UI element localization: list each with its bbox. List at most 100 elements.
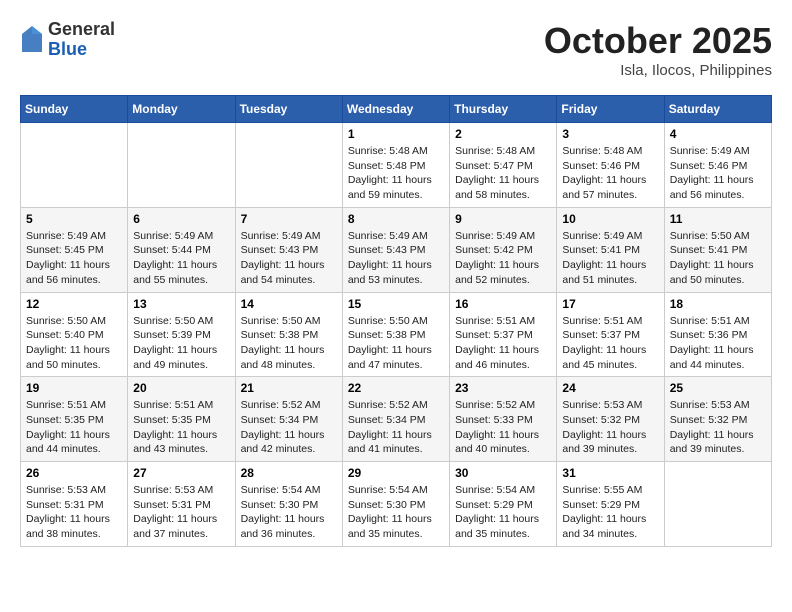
- calendar-week-row: 26 Sunrise: 5:53 AMSunset: 5:31 PMDayligh…: [21, 462, 772, 547]
- page-header: General Blue October 2025 Isla, Ilocos, …: [20, 20, 772, 79]
- calendar-week-row: 5Sunrise: 5:49 AMSunset: 5:45 PMDaylight…: [21, 207, 772, 292]
- calendar-day-cell: 14 Sunrise: 5:50 AMSunset: 5:38 PMDayligh…: [235, 292, 342, 377]
- calendar-day-cell: 11 Sunrise: 5:50 AMSunset: 5:41 PMDayligh…: [664, 207, 771, 292]
- day-number: 3: [562, 127, 658, 141]
- logo-blue: Blue: [48, 40, 115, 60]
- calendar-day-cell: 18 Sunrise: 5:51 AMSunset: 5:36 PMDayligh…: [664, 292, 771, 377]
- calendar-day-cell: 4 Sunrise: 5:49 AMSunset: 5:46 PMDaylight…: [664, 123, 771, 208]
- logo: General Blue: [20, 20, 115, 60]
- calendar-day-cell: 9 Sunrise: 5:49 AMSunset: 5:42 PMDaylight…: [450, 207, 557, 292]
- calendar-day-cell: 28 Sunrise: 5:54 AMSunset: 5:30 PMDayligh…: [235, 462, 342, 547]
- calendar-day-cell: 12 Sunrise: 5:50 AMSunset: 5:40 PMDayligh…: [21, 292, 128, 377]
- calendar-body: 1 Sunrise: 5:48 AMSunset: 5:48 PMDaylight…: [21, 123, 772, 547]
- day-number: 11: [670, 212, 766, 226]
- day-info: Sunrise: 5:54 AMSunset: 5:29 PMDaylight:…: [455, 483, 551, 542]
- calendar-day-cell: [21, 123, 128, 208]
- day-number: 16: [455, 297, 551, 311]
- day-number: 9: [455, 212, 551, 226]
- calendar-day-cell: 23Sunrise: 5:52 AMSunset: 5:33 PMDayligh…: [450, 377, 557, 462]
- location: Isla, Ilocos, Philippines: [544, 62, 772, 79]
- day-number: 7: [241, 212, 337, 226]
- day-number: 24: [562, 381, 658, 395]
- day-info: Sunrise: 5:54 AMSunset: 5:30 PMDaylight:…: [241, 483, 337, 542]
- day-of-week-header: Saturday: [664, 96, 771, 123]
- day-info: Sunrise: 5:48 AMSunset: 5:48 PMDaylight:…: [348, 144, 444, 203]
- calendar-day-cell: 13 Sunrise: 5:50 AMSunset: 5:39 PMDayligh…: [128, 292, 235, 377]
- calendar-day-cell: 19Sunrise: 5:51 AMSunset: 5:35 PMDayligh…: [21, 377, 128, 462]
- title-block: October 2025 Isla, Ilocos, Philippines: [544, 20, 772, 79]
- logo-icon: [20, 24, 44, 56]
- calendar-day-cell: 8Sunrise: 5:49 AMSunset: 5:43 PMDaylight…: [342, 207, 449, 292]
- day-number: 31: [562, 466, 658, 480]
- calendar-day-cell: 16 Sunrise: 5:51 AMSunset: 5:37 PMDayligh…: [450, 292, 557, 377]
- logo-general: General: [48, 20, 115, 40]
- calendar-day-cell: 6Sunrise: 5:49 AMSunset: 5:44 PMDaylight…: [128, 207, 235, 292]
- day-number: 29: [348, 466, 444, 480]
- calendar-day-cell: 17Sunrise: 5:51 AMSunset: 5:37 PMDayligh…: [557, 292, 664, 377]
- day-info: Sunrise: 5:48 AMSunset: 5:47 PMDaylight:…: [455, 144, 551, 203]
- calendar-day-cell: [664, 462, 771, 547]
- day-info: Sunrise: 5:50 AMSunset: 5:38 PMDaylight:…: [241, 314, 337, 373]
- calendar-day-cell: 10 Sunrise: 5:49 AMSunset: 5:41 PMDayligh…: [557, 207, 664, 292]
- day-info: Sunrise: 5:52 AMSunset: 5:34 PMDaylight:…: [348, 398, 444, 457]
- day-info: Sunrise: 5:50 AMSunset: 5:41 PMDaylight:…: [670, 229, 766, 288]
- day-of-week-header: Monday: [128, 96, 235, 123]
- day-info: Sunrise: 5:50 AMSunset: 5:40 PMDaylight:…: [26, 314, 122, 373]
- day-number: 21: [241, 381, 337, 395]
- day-number: 14: [241, 297, 337, 311]
- day-info: Sunrise: 5:51 AMSunset: 5:35 PMDaylight:…: [26, 398, 122, 457]
- day-number: 15: [348, 297, 444, 311]
- day-info: Sunrise: 5:49 AMSunset: 5:43 PMDaylight:…: [241, 229, 337, 288]
- days-of-week-row: SundayMondayTuesdayWednesdayThursdayFrid…: [21, 96, 772, 123]
- day-info: Sunrise: 5:53 AMSunset: 5:31 PMDaylight:…: [26, 483, 122, 542]
- day-info: Sunrise: 5:54 AMSunset: 5:30 PMDaylight:…: [348, 483, 444, 542]
- calendar-day-cell: 22 Sunrise: 5:52 AMSunset: 5:34 PMDayligh…: [342, 377, 449, 462]
- calendar-day-cell: 30 Sunrise: 5:54 AMSunset: 5:29 PMDayligh…: [450, 462, 557, 547]
- calendar-day-cell: 31 Sunrise: 5:55 AMSunset: 5:29 PMDayligh…: [557, 462, 664, 547]
- calendar-day-cell: 21Sunrise: 5:52 AMSunset: 5:34 PMDayligh…: [235, 377, 342, 462]
- calendar-week-row: 1 Sunrise: 5:48 AMSunset: 5:48 PMDaylight…: [21, 123, 772, 208]
- day-info: Sunrise: 5:49 AMSunset: 5:46 PMDaylight:…: [670, 144, 766, 203]
- day-info: Sunrise: 5:51 AMSunset: 5:36 PMDaylight:…: [670, 314, 766, 373]
- day-number: 13: [133, 297, 229, 311]
- calendar-day-cell: 29 Sunrise: 5:54 AMSunset: 5:30 PMDayligh…: [342, 462, 449, 547]
- calendar-day-cell: [128, 123, 235, 208]
- day-number: 28: [241, 466, 337, 480]
- calendar-day-cell: 3 Sunrise: 5:48 AMSunset: 5:46 PMDaylight…: [557, 123, 664, 208]
- day-of-week-header: Sunday: [21, 96, 128, 123]
- calendar-week-row: 19Sunrise: 5:51 AMSunset: 5:35 PMDayligh…: [21, 377, 772, 462]
- day-number: 26: [26, 466, 122, 480]
- day-info: Sunrise: 5:51 AMSunset: 5:37 PMDaylight:…: [562, 314, 658, 373]
- calendar-day-cell: 15 Sunrise: 5:50 AMSunset: 5:38 PMDayligh…: [342, 292, 449, 377]
- day-info: Sunrise: 5:52 AMSunset: 5:33 PMDaylight:…: [455, 398, 551, 457]
- calendar-day-cell: 7 Sunrise: 5:49 AMSunset: 5:43 PMDaylight…: [235, 207, 342, 292]
- day-info: Sunrise: 5:49 AMSunset: 5:41 PMDaylight:…: [562, 229, 658, 288]
- day-number: 12: [26, 297, 122, 311]
- day-info: Sunrise: 5:48 AMSunset: 5:46 PMDaylight:…: [562, 144, 658, 203]
- day-number: 30: [455, 466, 551, 480]
- calendar-day-cell: 2 Sunrise: 5:48 AMSunset: 5:47 PMDaylight…: [450, 123, 557, 208]
- day-number: 22: [348, 381, 444, 395]
- calendar-day-cell: 20Sunrise: 5:51 AMSunset: 5:35 PMDayligh…: [128, 377, 235, 462]
- month-title: October 2025: [544, 20, 772, 62]
- day-number: 1: [348, 127, 444, 141]
- day-number: 27: [133, 466, 229, 480]
- day-info: Sunrise: 5:53 AMSunset: 5:32 PMDaylight:…: [562, 398, 658, 457]
- day-number: 18: [670, 297, 766, 311]
- day-number: 8: [348, 212, 444, 226]
- day-number: 10: [562, 212, 658, 226]
- day-number: 20: [133, 381, 229, 395]
- day-info: Sunrise: 5:50 AMSunset: 5:38 PMDaylight:…: [348, 314, 444, 373]
- day-info: Sunrise: 5:55 AMSunset: 5:29 PMDaylight:…: [562, 483, 658, 542]
- logo-text: General Blue: [48, 20, 115, 60]
- day-of-week-header: Wednesday: [342, 96, 449, 123]
- day-number: 4: [670, 127, 766, 141]
- day-info: Sunrise: 5:49 AMSunset: 5:42 PMDaylight:…: [455, 229, 551, 288]
- calendar-table: SundayMondayTuesdayWednesdayThursdayFrid…: [20, 95, 772, 547]
- day-info: Sunrise: 5:50 AMSunset: 5:39 PMDaylight:…: [133, 314, 229, 373]
- day-of-week-header: Tuesday: [235, 96, 342, 123]
- day-number: 5: [26, 212, 122, 226]
- day-number: 25: [670, 381, 766, 395]
- day-number: 2: [455, 127, 551, 141]
- day-info: Sunrise: 5:51 AMSunset: 5:37 PMDaylight:…: [455, 314, 551, 373]
